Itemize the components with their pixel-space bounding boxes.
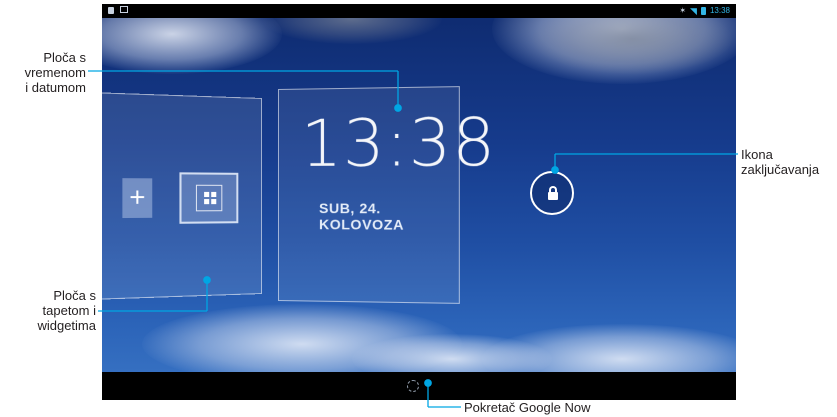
callout-lock-line-1: Ikona	[741, 147, 773, 162]
system-icons: ✶ ◥ 13:38	[679, 6, 730, 16]
lock-notification-icon	[108, 7, 114, 14]
lock-icon[interactable]	[530, 171, 574, 215]
callout-lock-line-2: zaključavanja	[741, 162, 820, 177]
clock-date: SUB, 24. KOLOVOZA	[319, 200, 405, 233]
callout-wallpaper-line-2: tapetom i	[42, 303, 96, 318]
widgets-button[interactable]	[179, 172, 239, 224]
bluetooth-icon: ✶	[679, 6, 687, 15]
callout-wallpaper-line-1: Ploča s	[53, 288, 96, 303]
clock-date-panel[interactable]: 13:38 SUB, 24. KOLOVOZA	[278, 86, 496, 304]
callout-clock-line-3: i datumom	[25, 80, 86, 95]
navigation-bar	[102, 372, 736, 400]
tablet-lock-screen: ✶ ◥ 13:38 + 13:38 SUB, 24. KOLOVOZA	[102, 4, 736, 400]
callout-google-now: Pokretač Google Now	[464, 400, 591, 415]
status-bar: ✶ ◥ 13:38	[102, 4, 736, 18]
google-now-icon[interactable]	[407, 380, 419, 392]
widget-frame	[195, 184, 223, 212]
callout-clock-line-1: Ploča s	[43, 50, 86, 65]
lock-body	[548, 192, 558, 200]
callout-clock-panel: Ploča s vremenom i datumom	[0, 50, 86, 95]
wallpaper-widget-panel[interactable]: +	[102, 92, 262, 300]
notification-icons	[108, 6, 128, 14]
callout-lock-icon: Ikona zaključavanja	[741, 147, 837, 177]
clock-time: 13:38	[300, 105, 497, 182]
callout-wallpaper-panel: Ploča s tapetom i widgetima	[0, 288, 96, 333]
status-time: 13:38	[709, 6, 730, 15]
callout-clock-line-2: vremenom	[24, 65, 86, 80]
manual-figure: ✶ ◥ 13:38 + 13:38 SUB, 24. KOLOVOZA Ploč…	[0, 0, 837, 417]
widgets-icon	[204, 191, 217, 205]
callout-wallpaper-line-3: widgetima	[37, 318, 96, 333]
wifi-icon: ◥	[690, 6, 697, 16]
screenshot-notification-icon	[120, 6, 128, 13]
battery-icon	[700, 7, 706, 15]
plus-icon[interactable]: +	[122, 178, 153, 219]
